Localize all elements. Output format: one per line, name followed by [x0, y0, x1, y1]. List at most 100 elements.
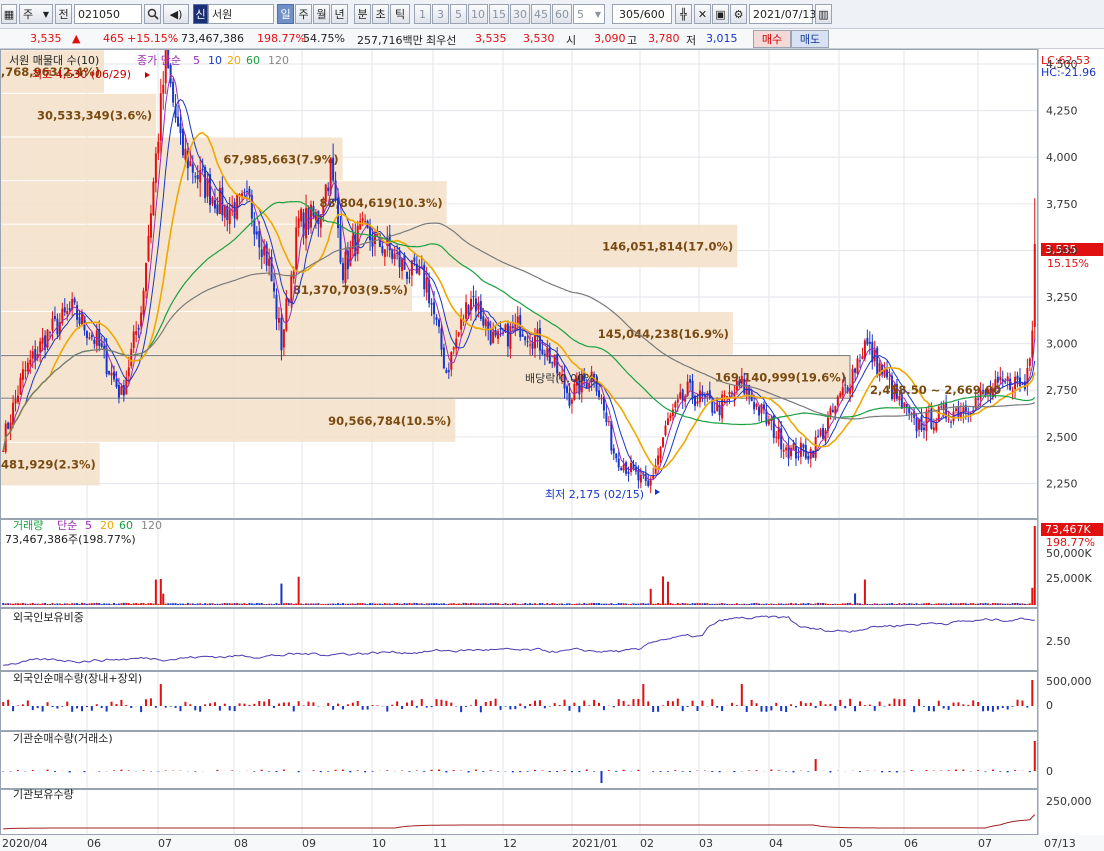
volume-bar — [270, 603, 273, 605]
volume-bar — [442, 603, 445, 605]
tab-minute[interactable]: 분 — [354, 4, 371, 24]
prev-button[interactable]: 전 — [55, 4, 72, 24]
interval-60[interactable]: 60 — [552, 4, 572, 24]
volume-bar — [373, 603, 376, 605]
volume-bar — [337, 603, 340, 605]
tab-month[interactable]: 월 — [313, 4, 330, 24]
calendar-icon[interactable]: ▥ — [815, 4, 832, 24]
tab-day[interactable]: 일 — [277, 4, 294, 24]
tab-second[interactable]: 초 — [372, 4, 389, 24]
interval-45[interactable]: 45 — [531, 4, 551, 24]
best-bid: 3,530 — [523, 32, 555, 45]
volume-bar — [275, 603, 278, 605]
low-label: 저 — [686, 34, 697, 47]
interval-select[interactable]: 5 ▼ — [573, 4, 605, 24]
price-ytick: 4,000 — [1046, 151, 1078, 164]
volume-bar — [999, 603, 1002, 605]
candle-body — [268, 258, 271, 266]
tab-tick[interactable]: 틱 — [390, 4, 410, 24]
speaker-icon[interactable]: ◀) — [163, 4, 189, 24]
interval-1[interactable]: 1 — [414, 4, 431, 24]
chart-type-icon[interactable]: ╬ — [675, 4, 692, 24]
tab-week[interactable]: 주 — [295, 4, 312, 24]
inst-net-bar — [142, 770, 145, 771]
volume-bar — [866, 604, 869, 605]
inst-net-bar — [364, 771, 367, 773]
market-badge: 신 — [193, 4, 208, 24]
foreign-net-bar — [1001, 706, 1004, 708]
volume-bar — [1033, 526, 1036, 605]
date-tick: 05 — [839, 837, 853, 850]
volume-bar — [834, 603, 837, 605]
foreign-net-bar — [361, 706, 364, 710]
volume-bar — [110, 604, 113, 605]
volume-bar — [241, 603, 244, 605]
candle-body — [189, 160, 192, 167]
volume-bar — [910, 603, 913, 605]
inst-net-bar — [829, 771, 832, 773]
interval-30[interactable]: 30 — [510, 4, 530, 24]
volume-bar — [826, 603, 829, 605]
buy-button[interactable]: 매수 — [753, 30, 791, 48]
foreign-net-bar — [755, 703, 758, 706]
interval-15[interactable]: 15 — [489, 4, 509, 24]
crosshair-icon[interactable]: ✕ — [694, 4, 711, 24]
vol-legend-20: 20 — [100, 519, 114, 532]
volume-bar — [31, 602, 34, 605]
stock-name-field[interactable]: 서원 — [208, 4, 274, 24]
foreign-net-bar — [701, 700, 704, 706]
date-input[interactable]: 2021/07/13 — [749, 4, 816, 24]
layout-icon[interactable]: ▦ — [1, 4, 17, 24]
sell-button[interactable]: 매도 — [791, 30, 829, 48]
inst-net-bar — [334, 769, 337, 771]
candle-body — [201, 168, 204, 171]
foreign-net-bar — [824, 704, 827, 706]
volume-subtitle: 73,467,386주(198.77%) — [5, 533, 136, 546]
stock-code-input[interactable]: 021050 — [74, 4, 142, 24]
volume-bar — [467, 603, 470, 605]
stock-chart[interactable]: 19,481,929(2.3%) 90,566,784(10.5%) 169,140… — [0, 49, 1104, 851]
inst-net-bar — [497, 771, 500, 772]
candle-body — [93, 339, 96, 344]
volume-bar — [694, 603, 697, 605]
foreign-net-bar — [937, 700, 940, 706]
foreign-net-bar — [2, 702, 5, 706]
toolbar: ▦ 주 ▼ 전 021050 ◀) 신 서원 일 주 월 년 분 초 틱 1 3 … — [0, 0, 1104, 29]
search-icon[interactable] — [144, 4, 161, 24]
volume-bar — [137, 603, 140, 605]
volume-bar — [425, 603, 428, 605]
foreign-net-bar — [194, 706, 197, 711]
volume-bar — [996, 603, 999, 605]
inst-net-bar — [231, 770, 234, 771]
foreign-net-bar — [794, 706, 797, 708]
volume-bar — [676, 602, 679, 605]
tab-year[interactable]: 년 — [331, 4, 348, 24]
foreign-net-bar — [21, 704, 24, 706]
interval-5[interactable]: 5 — [450, 4, 467, 24]
period-type-select[interactable]: 주 ▼ — [19, 4, 53, 24]
foreign-net-bar — [573, 702, 576, 706]
candle-body — [243, 191, 246, 193]
data-count-field[interactable]: 305/600 — [612, 4, 672, 24]
candle-body — [925, 411, 928, 432]
volume-bar — [824, 603, 827, 605]
volume-bar — [563, 603, 566, 605]
volume-bar — [822, 603, 825, 605]
foreign-net-bar — [844, 706, 847, 709]
gear-icon[interactable]: ⚙ — [730, 4, 747, 24]
interval-3[interactable]: 3 — [432, 4, 449, 24]
volume-bar — [585, 603, 588, 605]
save-icon[interactable]: ▣ — [712, 4, 729, 24]
volume-bar — [120, 603, 123, 605]
candle-body — [477, 302, 480, 310]
foreign-net-bar — [1011, 706, 1014, 707]
volume-bar — [140, 603, 143, 605]
volume-bar — [750, 603, 753, 605]
volume-bar — [792, 603, 795, 605]
interval-10[interactable]: 10 — [468, 4, 488, 24]
volume-bar — [433, 603, 436, 605]
foreign-net-bar — [903, 698, 906, 706]
volume-bar — [551, 603, 554, 605]
candle-body — [53, 316, 56, 320]
volume-bar — [398, 603, 401, 605]
